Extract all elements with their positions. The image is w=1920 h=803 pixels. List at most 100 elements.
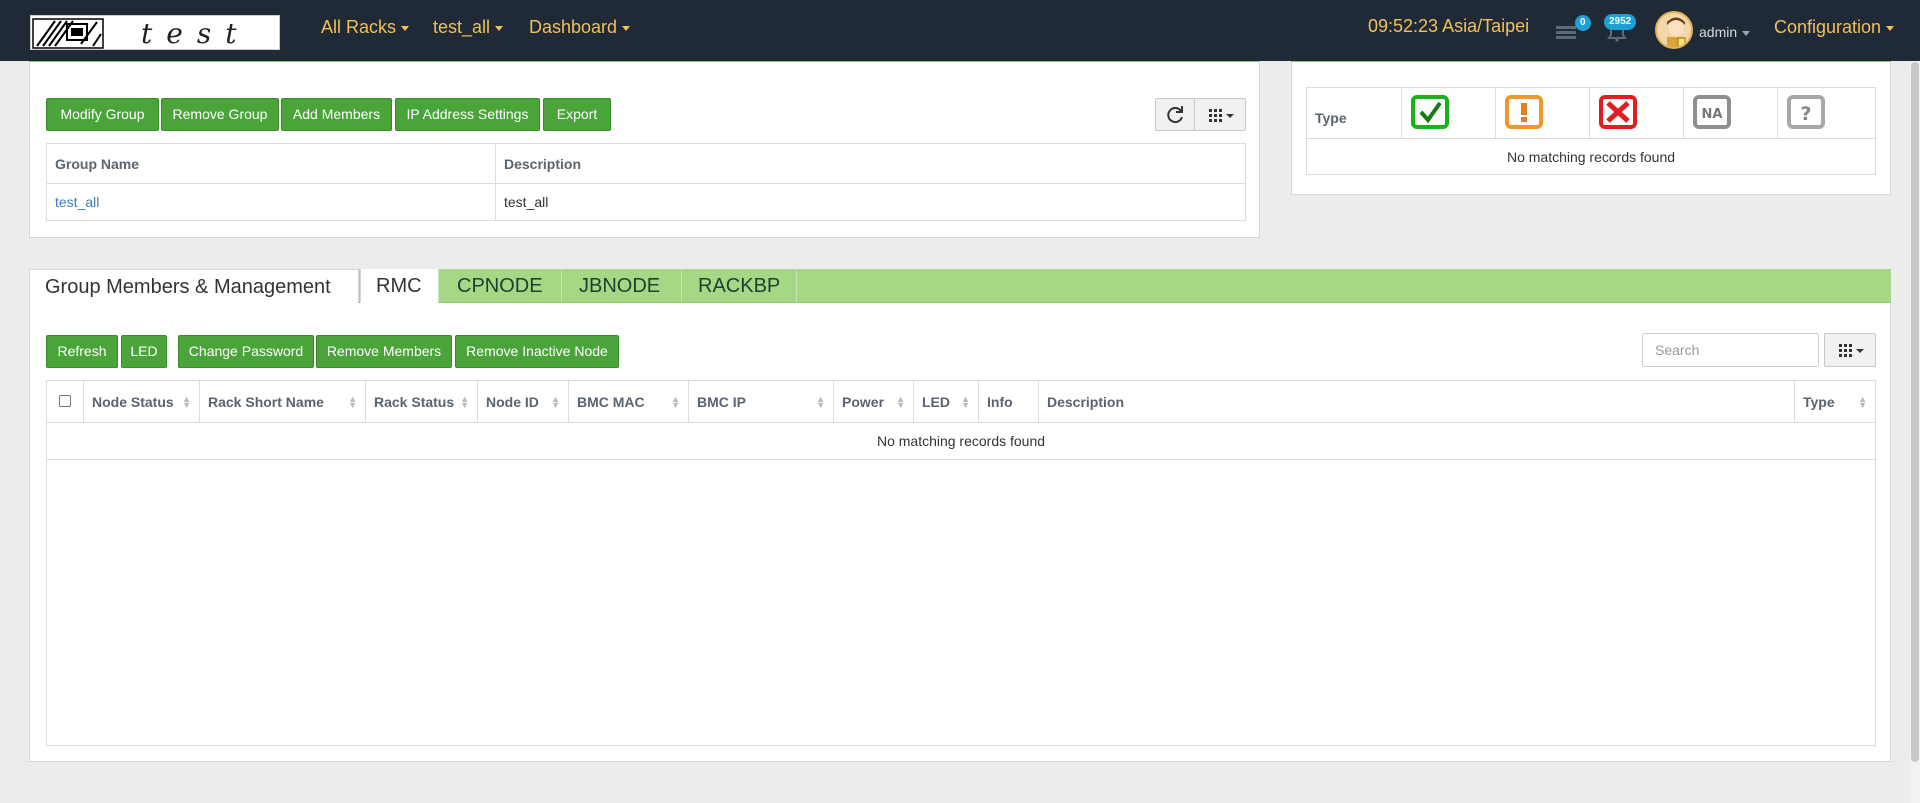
members-columns-toggle-button[interactable] bbox=[1824, 333, 1876, 367]
col-power-label: Power bbox=[842, 393, 885, 410]
table-empty-space bbox=[46, 459, 1876, 746]
user-avatar[interactable] bbox=[1655, 11, 1693, 49]
grid-icon bbox=[1839, 344, 1864, 357]
sort-icon: ▲ ▼ bbox=[1858, 393, 1867, 410]
nav-all-racks[interactable]: All Racks bbox=[321, 17, 410, 38]
nav-dashboard[interactable]: Dashboard bbox=[529, 17, 631, 38]
ok-icon bbox=[1411, 94, 1449, 129]
brand-text: test bbox=[141, 17, 251, 50]
group-name-text[interactable]: test_all bbox=[55, 194, 99, 210]
list-badge: 0 bbox=[1575, 15, 1591, 31]
col-node-status-label: Node Status bbox=[92, 393, 174, 410]
sort-icon: ▲ ▼ bbox=[816, 393, 825, 410]
na-icon: NA bbox=[1693, 94, 1731, 129]
sort-icon: ▲ ▼ bbox=[348, 393, 357, 410]
nav-group-label: test_all bbox=[433, 17, 491, 37]
clock: 09:52:23 Asia/Taipei bbox=[1368, 16, 1530, 36]
critical-status-cell bbox=[1589, 87, 1684, 139]
select-all-checkbox[interactable] bbox=[59, 394, 71, 407]
sort-icon: ▲ ▼ bbox=[182, 393, 191, 410]
col-rack-status-label: Rack Status bbox=[374, 393, 455, 410]
columns-toggle-button[interactable] bbox=[1194, 98, 1246, 131]
col-led[interactable]: LED ▲ ▼ bbox=[913, 380, 979, 423]
tab-rmc[interactable]: RMC bbox=[360, 269, 439, 303]
col-type-label: Type bbox=[1803, 393, 1835, 410]
warning-icon bbox=[1505, 94, 1543, 129]
status-legend-panel: Type NA ? No matching records found bbox=[1291, 50, 1891, 195]
col-rack-status[interactable]: Rack Status ▲ ▼ bbox=[365, 380, 478, 423]
na-status-cell: NA bbox=[1683, 87, 1778, 139]
members-panel: Refresh LED Change Password Remove Membe… bbox=[29, 303, 1891, 762]
col-power[interactable]: Power ▲ ▼ bbox=[833, 380, 914, 423]
critical-icon bbox=[1599, 94, 1637, 129]
tab-group-members[interactable]: Group Members & Management bbox=[29, 269, 359, 304]
col-bmc-ip[interactable]: BMC IP ▲ ▼ bbox=[688, 380, 834, 423]
sort-icon: ▲ ▼ bbox=[961, 393, 970, 410]
group-description-cell: test_all bbox=[495, 183, 1246, 221]
nav-all-racks-label: All Racks bbox=[321, 17, 397, 37]
table-header-row: Node Status ▲ ▼ Rack Short Name ▲ ▼ Rack Sta… bbox=[46, 380, 1876, 423]
col-bmc-mac[interactable]: BMC MAC ▲ ▼ bbox=[568, 380, 689, 423]
col-node-id[interactable]: Node ID ▲ ▼ bbox=[477, 380, 569, 423]
caret-down-icon bbox=[1742, 30, 1751, 36]
page-scrollbar-thumb[interactable] bbox=[1911, 62, 1919, 762]
change-password-button[interactable]: Change Password bbox=[178, 335, 314, 368]
nav-group[interactable]: test_all bbox=[433, 17, 504, 38]
brand-logo[interactable]: test bbox=[30, 15, 280, 50]
col-rack-short-name-label: Rack Short Name bbox=[208, 393, 324, 410]
col-info: Info bbox=[978, 380, 1039, 423]
col-node-status[interactable]: Node Status ▲ ▼ bbox=[83, 380, 200, 423]
bell-badge: 2952 bbox=[1604, 14, 1637, 30]
remove-group-button[interactable]: Remove Group bbox=[161, 98, 279, 131]
user-menu[interactable]: admin bbox=[1699, 24, 1751, 40]
caret-down-icon bbox=[401, 25, 410, 31]
col-description[interactable]: Description bbox=[495, 143, 1246, 184]
remove-members-button[interactable]: Remove Members bbox=[316, 335, 452, 368]
caret-down-icon bbox=[495, 25, 504, 31]
refresh-button[interactable]: Refresh bbox=[46, 335, 118, 368]
configuration-label: Configuration bbox=[1774, 17, 1882, 37]
table-row: No matching records found bbox=[1306, 138, 1876, 175]
export-button[interactable]: Export bbox=[543, 98, 611, 131]
ip-address-settings-button[interactable]: IP Address Settings bbox=[395, 98, 540, 131]
unknown-icon-text: ? bbox=[1800, 103, 1811, 125]
type-label: Type bbox=[1306, 87, 1402, 139]
status-empty-message: No matching records found bbox=[1306, 138, 1876, 175]
search-input[interactable] bbox=[1642, 333, 1819, 367]
refresh-icon bbox=[1167, 106, 1183, 124]
tab-jbnode[interactable]: JBNODE bbox=[564, 269, 682, 303]
remove-inactive-node-button[interactable]: Remove Inactive Node bbox=[455, 335, 619, 368]
ok-status-cell bbox=[1401, 87, 1496, 139]
table-row: test_all test_all bbox=[46, 183, 1246, 221]
nav-dashboard-label: Dashboard bbox=[529, 17, 618, 37]
status-legend-table: Type NA ? No matching records found bbox=[1306, 87, 1876, 175]
tab-cpnode[interactable]: CPNODE bbox=[442, 269, 562, 303]
members-empty-message: No matching records found bbox=[46, 422, 1876, 460]
sort-icon: ▲ ▼ bbox=[671, 393, 680, 410]
col-group-name[interactable]: Group Name bbox=[46, 143, 496, 184]
col-type[interactable]: Type ▲ ▼ bbox=[1794, 380, 1876, 423]
caret-down-icon bbox=[1886, 25, 1895, 31]
sort-icon: ▲ ▼ bbox=[896, 393, 905, 410]
grid-icon bbox=[1209, 109, 1234, 122]
top-navbar: test All Racks test_all Dashboard 09:52:… bbox=[0, 0, 1920, 61]
led-button[interactable]: LED bbox=[121, 335, 167, 368]
unknown-status-cell: ? bbox=[1777, 87, 1876, 139]
table-empty-area bbox=[46, 459, 1876, 746]
group-name-link[interactable]: test_all bbox=[46, 183, 496, 221]
user-name: admin bbox=[1699, 24, 1738, 40]
refresh-table-button[interactable] bbox=[1155, 98, 1195, 131]
group-panel: Modify Group Remove Group Add Members IP… bbox=[29, 50, 1260, 238]
col-led-label: LED bbox=[922, 393, 950, 410]
tab-rackbp[interactable]: RACKBP bbox=[683, 269, 797, 303]
sort-icon: ▲ ▼ bbox=[460, 393, 469, 410]
col-description: Description bbox=[1038, 380, 1795, 423]
table-row: No matching records found bbox=[46, 422, 1876, 460]
caret-down-icon bbox=[622, 25, 631, 31]
modify-group-button[interactable]: Modify Group bbox=[46, 98, 159, 131]
configuration-menu[interactable]: Configuration bbox=[1774, 17, 1895, 38]
add-members-button[interactable]: Add Members bbox=[281, 98, 392, 131]
table-header-row: Group Name Description bbox=[46, 143, 1246, 184]
col-node-id-label: Node ID bbox=[486, 393, 539, 410]
col-rack-short-name[interactable]: Rack Short Name ▲ ▼ bbox=[199, 380, 366, 423]
